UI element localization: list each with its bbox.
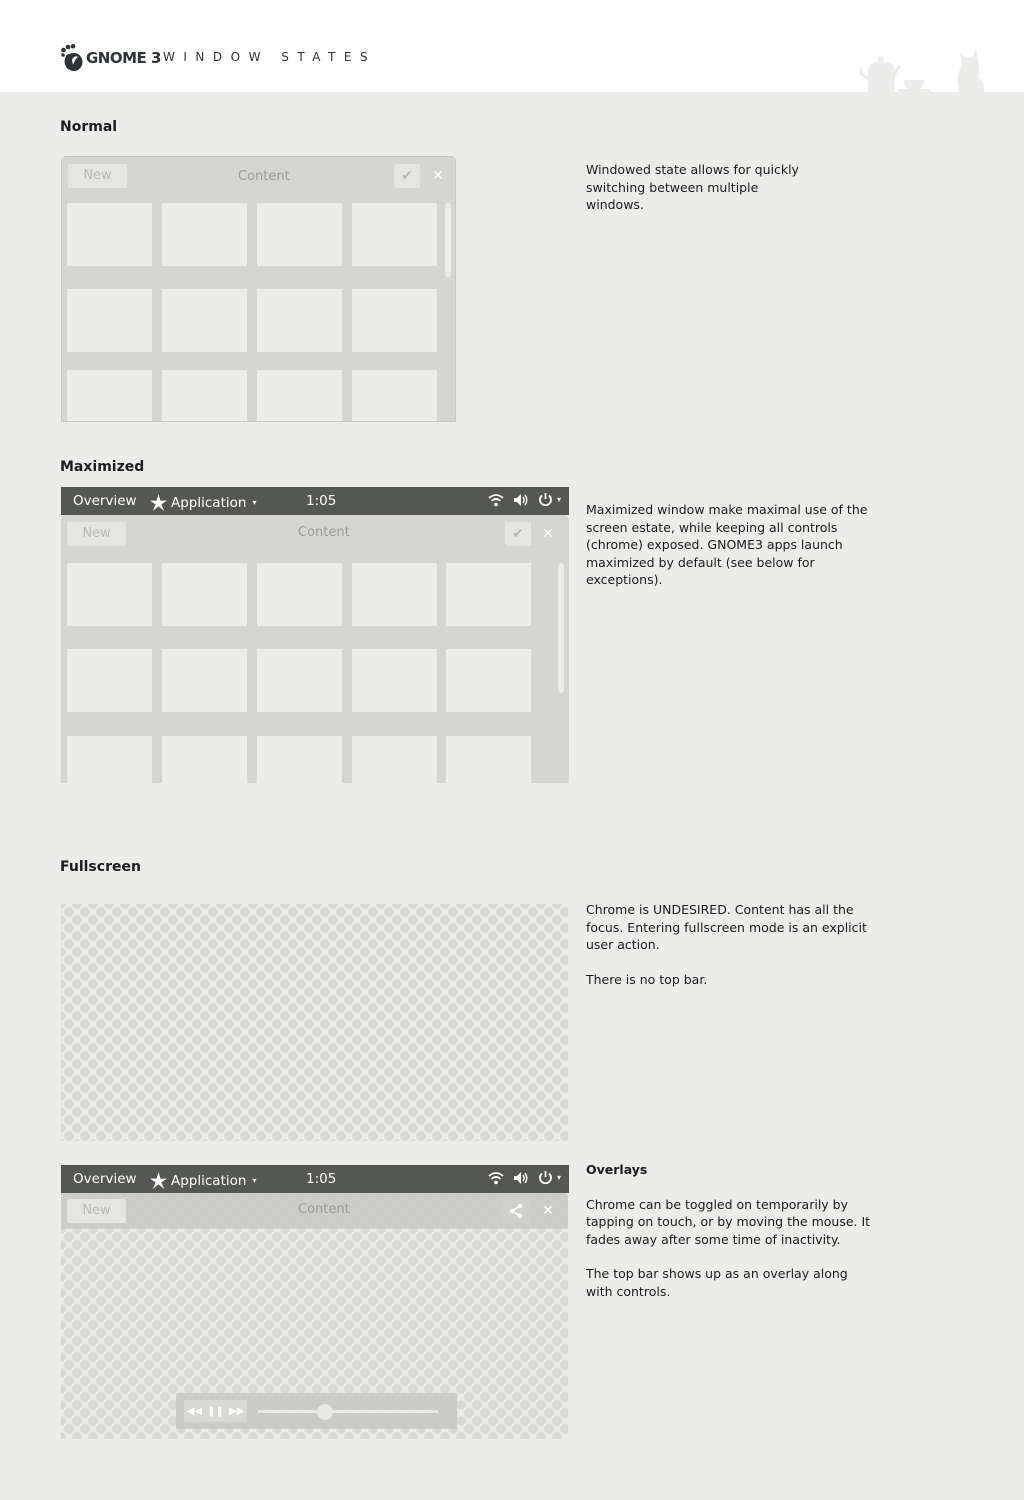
content-tile[interactable] xyxy=(446,649,531,712)
gnome-foot-icon xyxy=(61,44,83,71)
content-tile[interactable] xyxy=(257,736,342,783)
headerbar: New Content ✔ ✕ xyxy=(62,157,455,197)
content-tile[interactable] xyxy=(67,370,152,421)
content-tile[interactable] xyxy=(67,649,152,712)
headerbar-title: Content xyxy=(298,525,350,540)
application-menu[interactable]: Application ▾ xyxy=(149,1171,256,1190)
content-tile[interactable] xyxy=(162,289,247,352)
share-button[interactable] xyxy=(503,1199,529,1223)
content-tile[interactable] xyxy=(257,563,342,626)
description-paragraph: Chrome can be toggled on temporarily by … xyxy=(586,1196,871,1247)
content-tile[interactable] xyxy=(162,370,247,421)
application-label: Application xyxy=(171,1172,247,1189)
system-status-area[interactable]: ▾ xyxy=(488,492,561,507)
content-tile[interactable] xyxy=(352,563,437,626)
chevron-down-icon: ▾ xyxy=(556,495,561,504)
close-button[interactable]: ✕ xyxy=(538,523,558,545)
volume-icon xyxy=(513,1171,528,1184)
check-button[interactable]: ✔ xyxy=(394,164,420,188)
content-tile[interactable] xyxy=(352,203,437,266)
system-status-area[interactable]: ▾ xyxy=(488,1170,561,1185)
application-label: Application xyxy=(171,494,247,511)
description-fullscreen: Chrome is UNDESIRED. Content has all the… xyxy=(586,901,876,988)
forward-icon[interactable]: ▶▶ xyxy=(229,1406,244,1417)
chevron-down-icon: ▾ xyxy=(252,498,257,507)
check-button[interactable]: ✔ xyxy=(505,522,531,546)
volume-icon xyxy=(513,493,528,506)
headerbar-title: Content xyxy=(238,169,290,184)
application-menu[interactable]: Application ▾ xyxy=(149,493,256,512)
content-tile[interactable] xyxy=(67,203,152,266)
seek-slider[interactable] xyxy=(258,1410,438,1413)
content-tile[interactable] xyxy=(446,563,531,626)
content-tile[interactable] xyxy=(352,370,437,421)
application-star-icon xyxy=(149,493,168,512)
description-normal: Windowed state allows for quickly switch… xyxy=(586,162,799,212)
wifi-icon xyxy=(488,493,504,506)
content-tile[interactable] xyxy=(446,736,531,783)
scrollbar[interactable] xyxy=(445,203,451,277)
top-bar: Overview Application ▾ 1:05 ▾ xyxy=(61,487,569,515)
description-paragraph: There is no top bar. xyxy=(586,971,708,987)
chevron-down-icon: ▾ xyxy=(556,1173,561,1182)
overview-button[interactable]: Overview xyxy=(73,493,137,509)
normal-window: New Content ✔ ✕ xyxy=(61,156,456,422)
description-paragraph: The top bar shows up as an overlay along… xyxy=(586,1266,848,1299)
content-tile[interactable] xyxy=(67,736,152,783)
content-tile[interactable] xyxy=(257,649,342,712)
content-tile[interactable] xyxy=(162,649,247,712)
fullscreen-content[interactable] xyxy=(61,904,568,1141)
content-tile[interactable] xyxy=(257,370,342,421)
pause-icon[interactable]: ❚❚ xyxy=(207,1406,224,1417)
section-title-fullscreen: Fullscreen xyxy=(60,859,141,875)
overlays-title: Overlays xyxy=(586,1162,648,1177)
content-tile[interactable] xyxy=(67,289,152,352)
headerbar: New Content ✔ ✕ xyxy=(61,515,569,555)
clock[interactable]: 1:05 xyxy=(306,1171,336,1187)
close-button[interactable]: ✕ xyxy=(538,1200,558,1222)
description-overlays: Overlays Chrome can be toggled on tempor… xyxy=(586,1161,878,1300)
clock[interactable]: 1:05 xyxy=(306,493,336,509)
section-title-normal: Normal xyxy=(60,119,118,135)
rewind-icon[interactable]: ◀◀ xyxy=(187,1406,202,1417)
content-tile[interactable] xyxy=(162,736,247,783)
maximized-window: New Content ✔ ✕ xyxy=(61,515,569,783)
page-subtitle: WINDOW STATES xyxy=(163,50,377,64)
scrollbar[interactable] xyxy=(558,563,564,693)
power-icon xyxy=(539,493,552,507)
seek-slider-handle[interactable] xyxy=(316,1404,333,1420)
overlay-headerbar: New Content ✕ xyxy=(61,1193,568,1229)
content-tile[interactable] xyxy=(162,563,247,626)
close-button[interactable]: ✕ xyxy=(428,165,448,187)
application-star-icon xyxy=(149,1171,168,1190)
content-tile[interactable] xyxy=(352,649,437,712)
overview-button[interactable]: Overview xyxy=(73,1171,137,1187)
content-tile[interactable] xyxy=(352,289,437,352)
teapot-cat-decoration-icon xyxy=(859,48,985,92)
page-header: GNOME 3 WINDOW STATES xyxy=(0,0,1024,92)
new-button[interactable]: New xyxy=(68,164,127,188)
power-icon xyxy=(539,1171,552,1185)
wifi-icon xyxy=(488,1171,504,1184)
gnome-logo: GNOME 3 xyxy=(60,42,161,74)
chevron-down-icon: ▾ xyxy=(252,1176,257,1185)
share-icon xyxy=(509,1203,523,1219)
playback-buttons: ◀◀ ❚❚ ▶▶ xyxy=(184,1400,247,1422)
section-title-maximized: Maximized xyxy=(60,459,145,475)
content-tile[interactable] xyxy=(352,736,437,783)
new-button[interactable]: New xyxy=(67,522,126,546)
new-button[interactable]: New xyxy=(67,1199,126,1223)
content-tile[interactable] xyxy=(257,289,342,352)
description-paragraph: Chrome is UNDESIRED. Content has all the… xyxy=(586,902,867,952)
logo-text: GNOME 3 xyxy=(86,49,161,67)
top-bar-overlay: Overview Application ▾ 1:05 ▾ xyxy=(61,1165,569,1193)
description-maximized: Maximized window make maximal use of the… xyxy=(586,502,868,587)
content-tile[interactable] xyxy=(67,563,152,626)
headerbar-title: Content xyxy=(298,1202,350,1217)
content-tile[interactable] xyxy=(257,203,342,266)
content-tile[interactable] xyxy=(162,203,247,266)
media-controls: ◀◀ ❚❚ ▶▶ xyxy=(176,1393,457,1429)
